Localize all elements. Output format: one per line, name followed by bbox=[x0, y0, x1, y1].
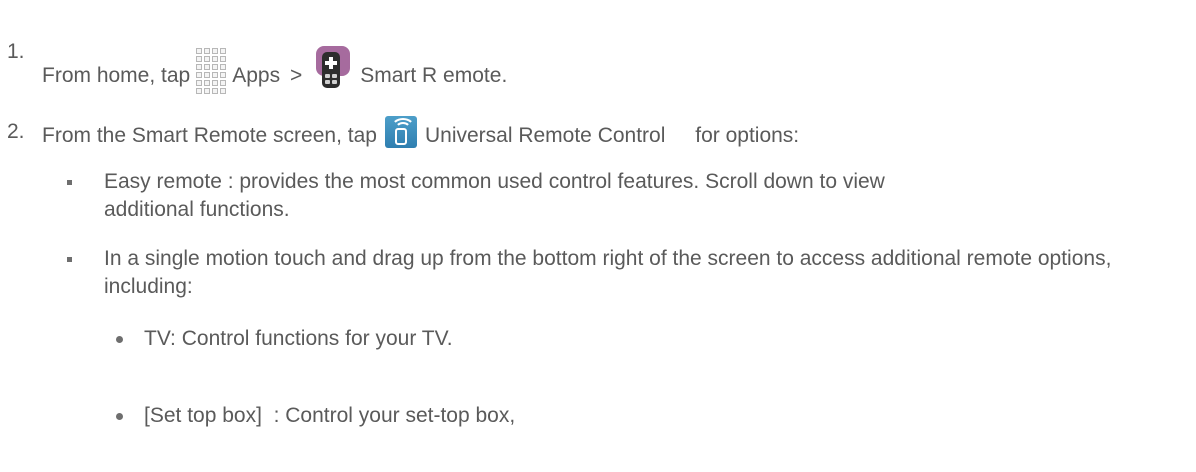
apps-grid-cell bbox=[204, 72, 211, 78]
step-1-number: 1. bbox=[7, 40, 25, 63]
universal-remote-control-icon bbox=[384, 116, 417, 148]
step-2-text: From the Smart Remote screen, tap bbox=[42, 124, 377, 147]
urc-label: Universal Remote Control bbox=[424, 124, 666, 147]
apps-grid-cell bbox=[196, 48, 203, 54]
apps-grid-cell bbox=[212, 64, 219, 70]
apps-grid-cell bbox=[196, 72, 203, 78]
apps-grid-cell bbox=[212, 56, 219, 62]
bullet-marker bbox=[67, 180, 72, 185]
step-2-number: 2. bbox=[7, 120, 25, 143]
apps-grid-cell bbox=[196, 56, 203, 62]
separator: > bbox=[289, 64, 303, 87]
apps-grid-cell bbox=[220, 56, 227, 62]
apps-grid-cell bbox=[204, 56, 211, 62]
apps-grid-cell bbox=[212, 48, 219, 54]
step-1-end: . bbox=[501, 64, 508, 87]
apps-grid-cell bbox=[220, 72, 227, 78]
apps-label: Apps bbox=[232, 64, 281, 87]
bullet-drag-up: In a single motion touch and drag up fro… bbox=[104, 247, 1112, 298]
smart-remote-label: Smart R emote bbox=[360, 64, 502, 87]
apps-grid-icon bbox=[196, 44, 228, 96]
apps-grid-cell bbox=[212, 88, 219, 94]
apps-grid-cell bbox=[212, 72, 219, 78]
apps-grid-cell bbox=[196, 64, 203, 70]
apps-grid-cell bbox=[196, 80, 203, 86]
apps-grid-cell bbox=[196, 88, 203, 94]
apps-grid-cell bbox=[204, 64, 211, 70]
bullet-marker bbox=[67, 257, 72, 262]
apps-grid-cell bbox=[220, 64, 227, 70]
apps-grid-cell bbox=[220, 48, 227, 54]
bullet-easy-remote: Easy remote : provides the most common u… bbox=[104, 170, 885, 221]
apps-grid-cell bbox=[204, 80, 211, 86]
step-2-text-after: for options: bbox=[695, 124, 800, 147]
sub-bullet-marker bbox=[116, 336, 123, 343]
sub-bullet-marker bbox=[116, 413, 123, 420]
step-1-text: From home, tap bbox=[42, 64, 191, 87]
apps-grid-cell bbox=[204, 48, 211, 54]
apps-grid-cell bbox=[212, 80, 219, 86]
apps-grid-cell bbox=[220, 88, 227, 94]
smart-remote-icon bbox=[308, 46, 354, 92]
apps-grid-cell bbox=[204, 88, 211, 94]
apps-grid-cell bbox=[220, 80, 227, 86]
sub-bullet-set-top-box: [Set top box] : Control your set-top box… bbox=[144, 404, 516, 427]
sub-bullet-tv: TV: Control functions for your TV. bbox=[144, 327, 453, 350]
